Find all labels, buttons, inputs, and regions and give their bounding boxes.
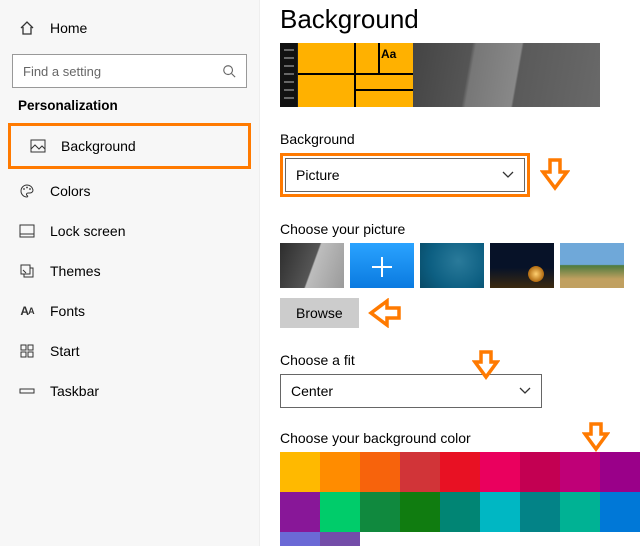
search-icon: [222, 64, 236, 78]
color-swatch[interactable]: [360, 492, 400, 532]
sidebar-item-label: Themes: [50, 263, 101, 279]
color-swatches: [280, 452, 640, 546]
chevron-down-icon: [519, 387, 531, 395]
background-label: Background: [280, 131, 624, 147]
color-swatch[interactable]: [480, 452, 520, 492]
color-swatch[interactable]: [440, 492, 480, 532]
desktop-preview: Aa: [280, 43, 600, 107]
color-swatch[interactable]: [320, 452, 360, 492]
annotation-arrow-icon: [367, 298, 401, 328]
color-swatch[interactable]: [400, 492, 440, 532]
themes-icon: [18, 263, 36, 279]
color-swatch[interactable]: [360, 452, 400, 492]
sidebar-item-label: Fonts: [50, 303, 85, 319]
lockscreen-icon: [18, 224, 36, 238]
sidebar-item-label: Start: [50, 343, 80, 359]
color-swatch[interactable]: [520, 452, 560, 492]
sidebar-item-label: Taskbar: [50, 383, 99, 399]
picture-thumb[interactable]: [560, 243, 624, 288]
search-placeholder: Find a setting: [23, 64, 101, 79]
sidebar-item-themes[interactable]: Themes: [0, 251, 259, 291]
search-input[interactable]: Find a setting: [12, 54, 247, 88]
background-dropdown-value: Picture: [296, 167, 340, 183]
color-swatch[interactable]: [320, 532, 360, 546]
picture-icon: [29, 139, 47, 153]
sidebar-home[interactable]: Home: [0, 8, 259, 48]
start-icon: [18, 344, 36, 358]
sidebar-category: Personalization: [0, 98, 259, 113]
fit-dropdown-value: Center: [291, 383, 333, 399]
picture-thumb[interactable]: [280, 243, 344, 288]
annotation-box: Picture: [280, 153, 530, 197]
background-dropdown[interactable]: Picture: [285, 158, 525, 192]
color-swatch[interactable]: [560, 452, 600, 492]
choose-fit-label: Choose a fit: [280, 352, 624, 368]
chevron-down-icon: [502, 171, 514, 179]
color-swatch[interactable]: [600, 452, 640, 492]
sidebar-item-colors[interactable]: Colors: [0, 171, 259, 211]
sidebar: Home Find a setting Personalization Back…: [0, 0, 260, 546]
choose-color-label: Choose your background color: [280, 430, 624, 446]
page-title: Background: [280, 4, 624, 35]
sidebar-item-lockscreen[interactable]: Lock screen: [0, 211, 259, 251]
picture-thumb[interactable]: [420, 243, 484, 288]
annotation-arrow-icon: [582, 422, 610, 452]
sidebar-item-start[interactable]: Start: [0, 331, 259, 371]
choose-picture-label: Choose your picture: [280, 221, 624, 237]
sidebar-item-label: Colors: [50, 183, 90, 199]
preview-sample-text: Aa: [381, 47, 396, 61]
picture-thumb[interactable]: [350, 243, 414, 288]
sidebar-item-taskbar[interactable]: Taskbar: [0, 371, 259, 411]
fit-dropdown[interactable]: Center: [280, 374, 542, 408]
picture-thumbnails: [280, 243, 624, 288]
browse-button[interactable]: Browse: [280, 298, 359, 328]
sidebar-item-fonts[interactable]: AA Fonts: [0, 291, 259, 331]
main-content: Background Aa Background Picture Choose …: [260, 0, 640, 546]
color-swatch[interactable]: [560, 492, 600, 532]
color-swatch[interactable]: [400, 452, 440, 492]
sidebar-item-label: Lock screen: [50, 223, 125, 239]
annotation-arrow-icon: [540, 158, 570, 192]
sidebar-home-label: Home: [50, 20, 87, 36]
color-swatch[interactable]: [440, 452, 480, 492]
picture-thumb[interactable]: [490, 243, 554, 288]
color-swatch[interactable]: [280, 492, 320, 532]
color-swatch[interactable]: [280, 452, 320, 492]
color-swatch[interactable]: [600, 492, 640, 532]
color-swatch[interactable]: [320, 492, 360, 532]
annotation-arrow-icon: [472, 350, 500, 380]
home-icon: [18, 20, 36, 36]
sidebar-item-label: Background: [61, 138, 136, 154]
color-swatch[interactable]: [480, 492, 520, 532]
color-swatch[interactable]: [520, 492, 560, 532]
color-swatch[interactable]: [280, 532, 320, 546]
taskbar-icon: [18, 386, 36, 396]
sidebar-item-background[interactable]: Background: [11, 126, 248, 166]
fonts-icon: AA: [18, 304, 36, 318]
palette-icon: [18, 183, 36, 199]
